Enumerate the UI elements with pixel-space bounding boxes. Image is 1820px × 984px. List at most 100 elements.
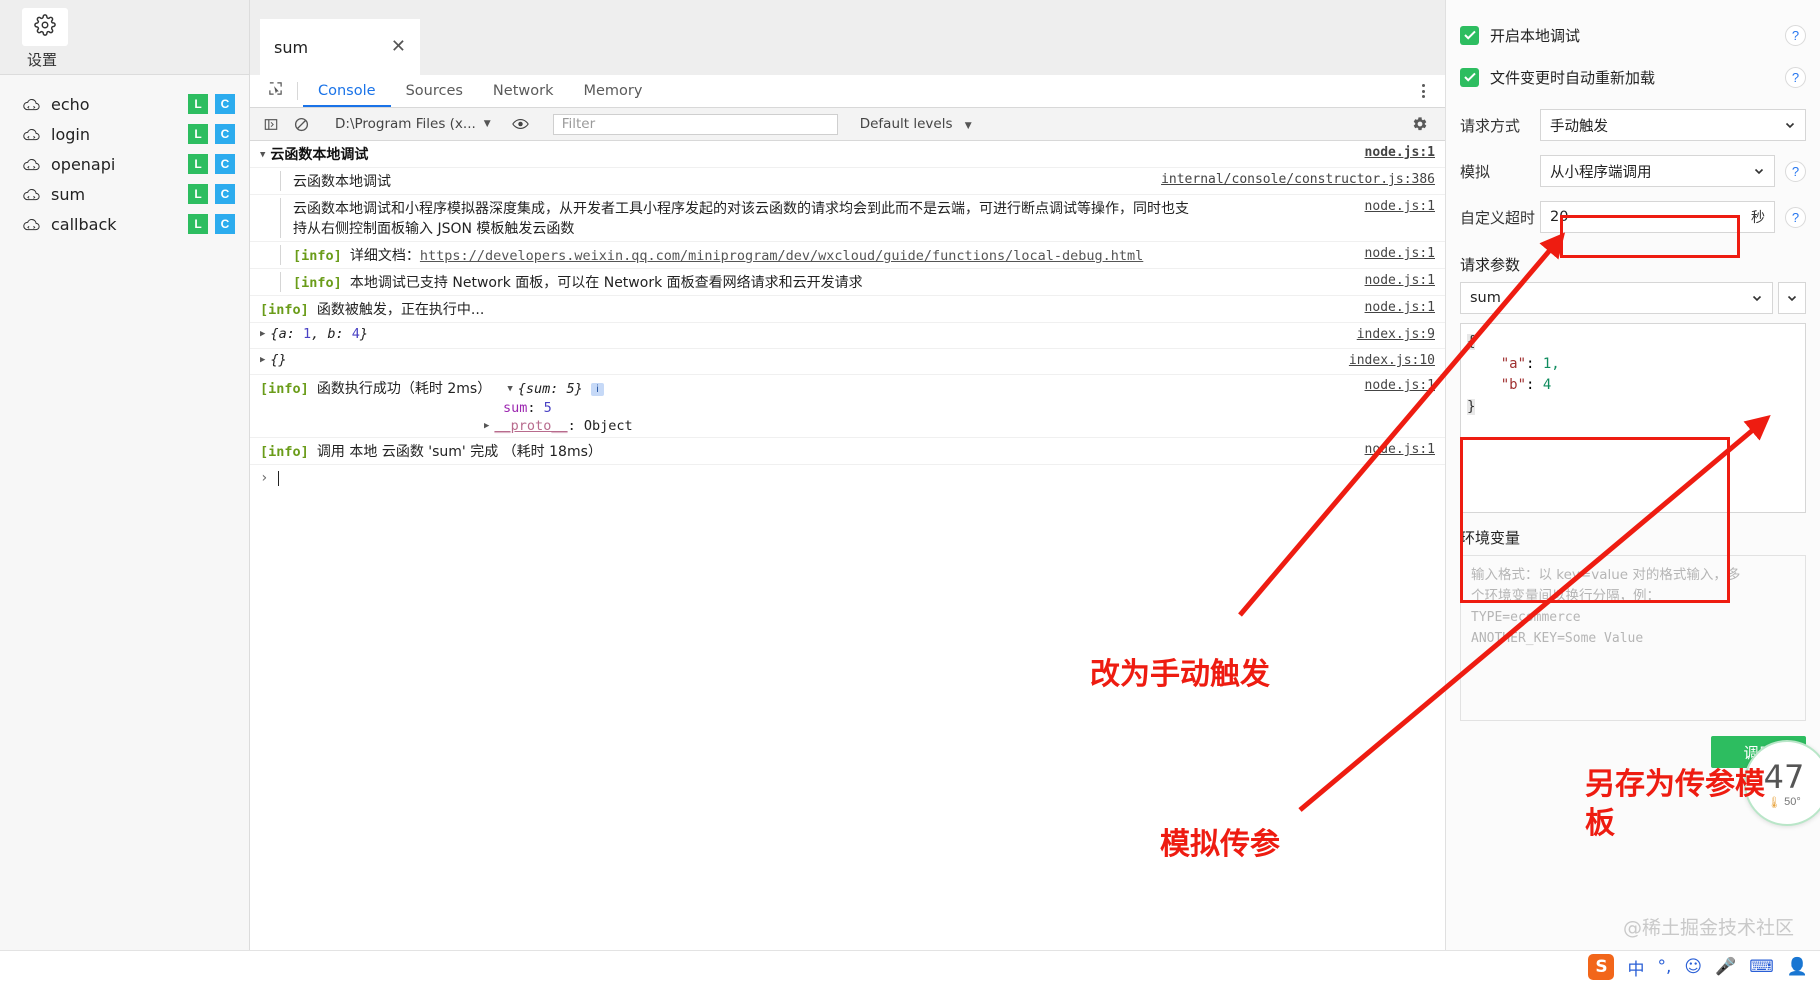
console-row-expanded[interactable]: [info] 函数执行成功（耗时 2ms） ▼ {sum: 5} i node.j…	[250, 375, 1445, 438]
cloud-badge[interactable]: C	[215, 94, 235, 114]
source-link[interactable]: node.js:1	[1365, 246, 1435, 261]
settings-zone: 设置	[0, 0, 249, 75]
source-link[interactable]: internal/console/constructor.js:386	[1161, 172, 1435, 187]
local-badge[interactable]: L	[188, 94, 208, 114]
ime-user-icon[interactable]: 👤	[1787, 957, 1808, 977]
enable-local-debug-checkbox[interactable]	[1460, 25, 1479, 45]
console-row[interactable]: ▶ {a: 1, b: 4} index.js:9	[250, 323, 1445, 349]
console-row[interactable]: [info] 详细文档：https://developers.weixin.qq…	[250, 242, 1445, 269]
json-key: "a"	[1500, 355, 1527, 372]
log-level-selector[interactable]: Default levels ▼	[860, 116, 972, 132]
ime-punctuation-icon[interactable]: °,	[1657, 957, 1671, 977]
property-key[interactable]: __proto__	[494, 418, 567, 434]
execution-context-selector[interactable]: D:\Program Files (x... ▼	[327, 116, 495, 132]
source-link[interactable]: index.js:9	[1357, 327, 1435, 342]
ime-keyboard-icon[interactable]: ⌨	[1749, 957, 1774, 977]
select-value: sum	[1470, 290, 1501, 306]
simulate-mode-select[interactable]: 从小程序端调用	[1540, 155, 1775, 187]
console-sidebar-toggle-icon[interactable]	[256, 111, 286, 137]
expand-triangle-icon[interactable]: ▶	[484, 421, 489, 431]
local-badge[interactable]: L	[188, 154, 208, 174]
ime-voice-icon[interactable]: 🎤	[1715, 957, 1736, 977]
console-row[interactable]: [info] 函数被触发，正在执行中... node.js:1	[250, 296, 1445, 323]
console-row[interactable]: 云函数本地调试 internal/console/constructor.js:…	[250, 168, 1445, 195]
console-row[interactable]: [info] 调用 本地 云函数 'sum' 完成 （耗时 18ms） node…	[250, 438, 1445, 465]
inspect-element-button[interactable]	[258, 75, 292, 107]
cloud-badge[interactable]: C	[215, 184, 235, 204]
ime-language-icon[interactable]: 中	[1627, 955, 1644, 980]
source-link[interactable]: node.js:1	[1365, 273, 1435, 288]
local-badge[interactable]: L	[188, 184, 208, 204]
help-icon[interactable]: ?	[1785, 206, 1806, 228]
tab-network[interactable]: Network	[478, 75, 569, 107]
console-message: 函数执行成功（耗时 2ms）	[316, 381, 492, 397]
sidebar-item-callback[interactable]: callback L C	[0, 209, 249, 239]
clear-console-icon[interactable]	[286, 111, 316, 137]
tab-sum[interactable]: sum ✕	[260, 19, 420, 75]
source-link[interactable]: node.js:1	[1365, 378, 1435, 393]
sidebar-item-sum[interactable]: sum L C	[0, 179, 249, 209]
console-filter-input[interactable]: Filter	[552, 113, 838, 135]
settings-button[interactable]	[22, 8, 68, 46]
source-link[interactable]: node.js:1	[1365, 145, 1435, 160]
select-value: 手动触发	[1550, 118, 1608, 135]
chevron-down-icon	[1751, 292, 1763, 304]
console-row[interactable]: ▶ {} index.js:10	[250, 349, 1445, 375]
ime-emoji-icon[interactable]: ☺	[1684, 957, 1702, 977]
source-link[interactable]: index.js:10	[1349, 353, 1435, 368]
cloud-function-icon	[22, 187, 41, 202]
tab-console[interactable]: Console	[303, 75, 391, 107]
console-row[interactable]: 云函数本地调试和小程序模拟器深度集成，从开发者工具小程序发起的对该云函数的请求均…	[250, 195, 1445, 242]
cloud-badge[interactable]: C	[215, 124, 235, 144]
custom-timeout-input[interactable]: 20 秒	[1540, 201, 1775, 233]
prompt-caret-icon: ›	[260, 470, 269, 486]
sidebar-item-echo[interactable]: echo L C	[0, 89, 249, 119]
sidebar-item-openapi[interactable]: openapi L C	[0, 149, 249, 179]
tab-sources[interactable]: Sources	[391, 75, 478, 107]
sogou-ime-icon[interactable]: S	[1588, 954, 1615, 980]
help-icon[interactable]: ?	[1785, 160, 1806, 182]
console-prompt[interactable]: ›	[250, 465, 1445, 486]
cloud-function-list: echo L C login L C openapi L C sum L C c…	[0, 75, 249, 239]
console-group-header[interactable]: ▼ 云函数本地调试 node.js:1	[250, 141, 1445, 168]
collapse-triangle-icon[interactable]: ▼	[507, 384, 512, 394]
expand-triangle-icon[interactable]: ▶	[260, 355, 265, 365]
help-icon[interactable]: ?	[1785, 66, 1806, 88]
save-as-template-button[interactable]	[1778, 282, 1806, 314]
source-link[interactable]: node.js:1	[1365, 442, 1435, 457]
chevron-down-icon	[1784, 119, 1796, 131]
collapse-triangle-icon[interactable]: ▼	[260, 150, 265, 160]
console-settings-gear-icon[interactable]	[1405, 111, 1435, 137]
cloud-badge[interactable]: C	[215, 154, 235, 174]
cloud-function-icon	[22, 127, 41, 142]
close-icon[interactable]: ✕	[391, 38, 406, 56]
tab-memory[interactable]: Memory	[568, 75, 657, 107]
cloud-badge[interactable]: C	[215, 214, 235, 234]
request-mode-select[interactable]: 手动触发	[1540, 109, 1806, 141]
request-params-json-editor[interactable]: { "a": 1, "b": 4 }	[1460, 323, 1806, 513]
more-options-icon[interactable]	[1410, 84, 1436, 98]
env-placeholder-line1: 输入格式：以 key=value 对的格式输入，多	[1471, 567, 1741, 583]
env-vars-textarea[interactable]: 输入格式：以 key=value 对的格式输入，多 个环境变量间以换行分隔，例：…	[1460, 555, 1806, 721]
local-badge[interactable]: L	[188, 214, 208, 234]
sidebar-item-login[interactable]: login L C	[0, 119, 249, 149]
help-icon[interactable]: ?	[1785, 24, 1806, 46]
source-link[interactable]: node.js:1	[1365, 300, 1435, 315]
auto-reload-checkbox[interactable]	[1460, 67, 1479, 87]
weather-widget[interactable]: 47 🌡 50°	[1744, 740, 1820, 826]
info-badge-icon[interactable]: i	[590, 383, 604, 396]
source-link[interactable]: node.js:1	[1365, 199, 1435, 214]
live-expression-eye-icon[interactable]	[506, 111, 536, 137]
taskbar	[0, 950, 1820, 984]
param-template-select[interactable]: sum	[1460, 282, 1773, 314]
console-message: 云函数本地调试	[293, 174, 391, 190]
console-output[interactable]: ▼ 云函数本地调试 node.js:1 云函数本地调试 internal/cons…	[250, 141, 1445, 984]
local-badge[interactable]: L	[188, 124, 208, 144]
object-property-row: sum: 5	[503, 400, 552, 416]
object-property-row[interactable]: ▶ __proto__: Object	[260, 418, 1445, 434]
console-row[interactable]: [info] 本地调试已支持 Network 面板，可以在 Network 面板…	[250, 269, 1445, 296]
doc-link[interactable]: https://developers.weixin.qq.com/minipro…	[420, 248, 1143, 264]
timeout-value: 20	[1550, 209, 1569, 225]
watermark: @稀土掘金技术社区	[1622, 917, 1794, 939]
expand-triangle-icon[interactable]: ▶	[260, 329, 265, 339]
